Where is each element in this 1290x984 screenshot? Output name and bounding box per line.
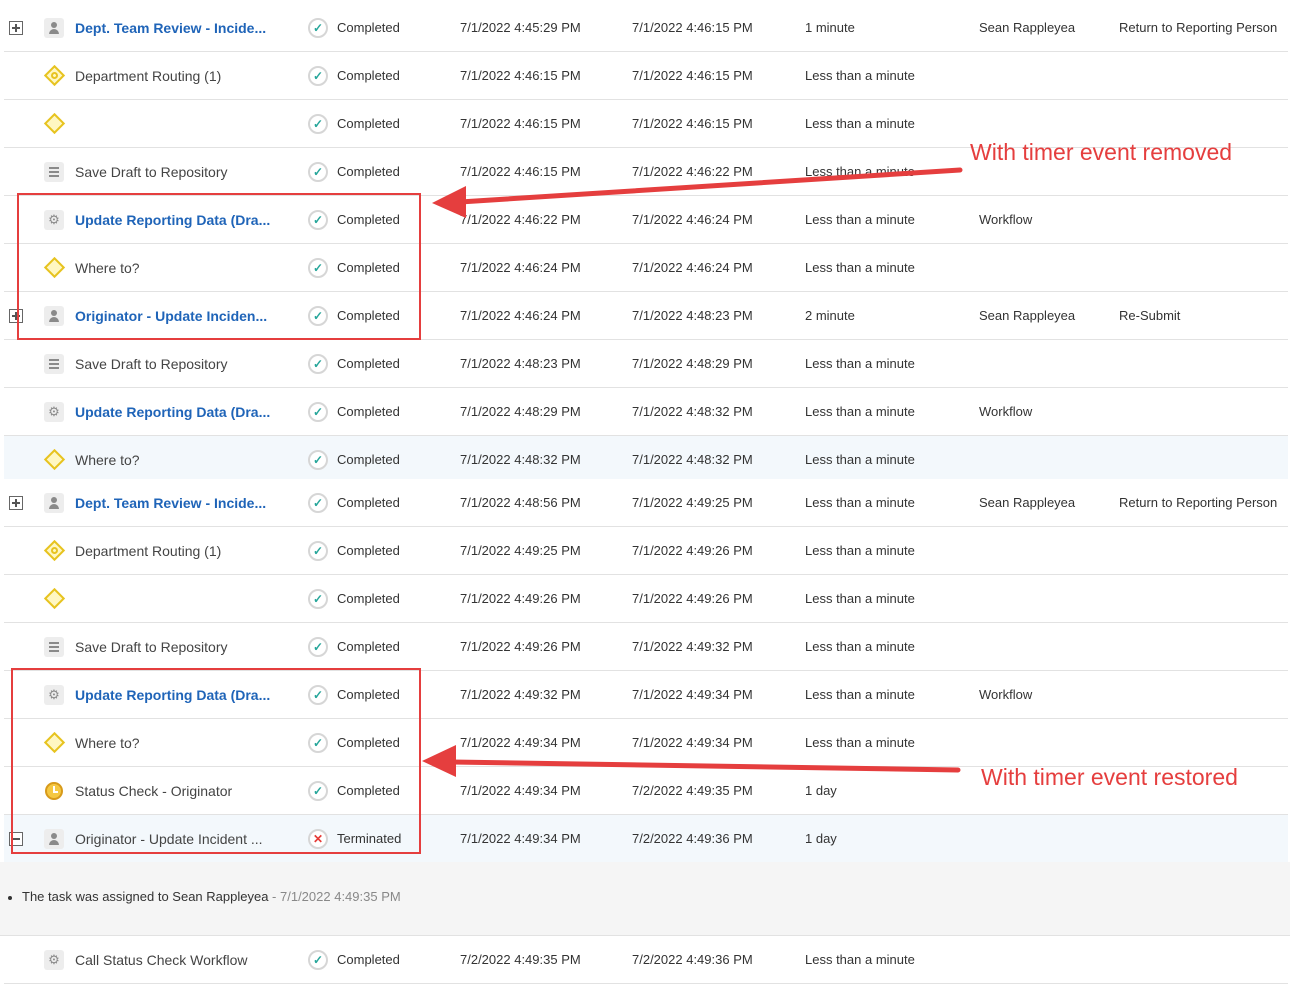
arrow-bottom-shaft	[449, 759, 961, 773]
arrow-top-head	[432, 186, 466, 218]
callout-bottom: With timer event restored	[981, 764, 1238, 790]
arrow-bottom-head	[422, 745, 456, 777]
callout-top: With timer event removed	[970, 139, 1233, 165]
arrow-top-shaft	[457, 167, 963, 205]
